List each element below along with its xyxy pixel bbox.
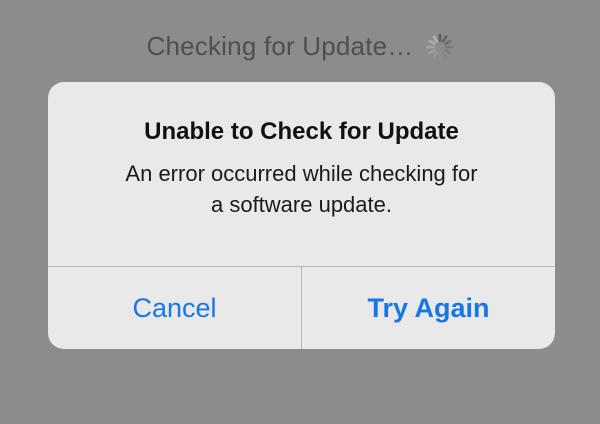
cancel-button[interactable]: Cancel bbox=[48, 267, 301, 349]
alert-actions: Cancel Try Again bbox=[48, 266, 555, 349]
update-status: Checking for Update… bbox=[0, 28, 600, 64]
alert-message: An error occurred while checking for a s… bbox=[125, 161, 478, 217]
activity-spinner-icon bbox=[426, 33, 453, 61]
try-again-button[interactable]: Try Again bbox=[301, 267, 555, 349]
alert-dialog: Unable to Check for Update An error occu… bbox=[48, 82, 555, 349]
alert-body: Unable to Check for Update An error occu… bbox=[48, 82, 555, 266]
status-text: Checking for Update… bbox=[146, 30, 414, 61]
alert-title: Unable to Check for Update bbox=[144, 118, 459, 145]
